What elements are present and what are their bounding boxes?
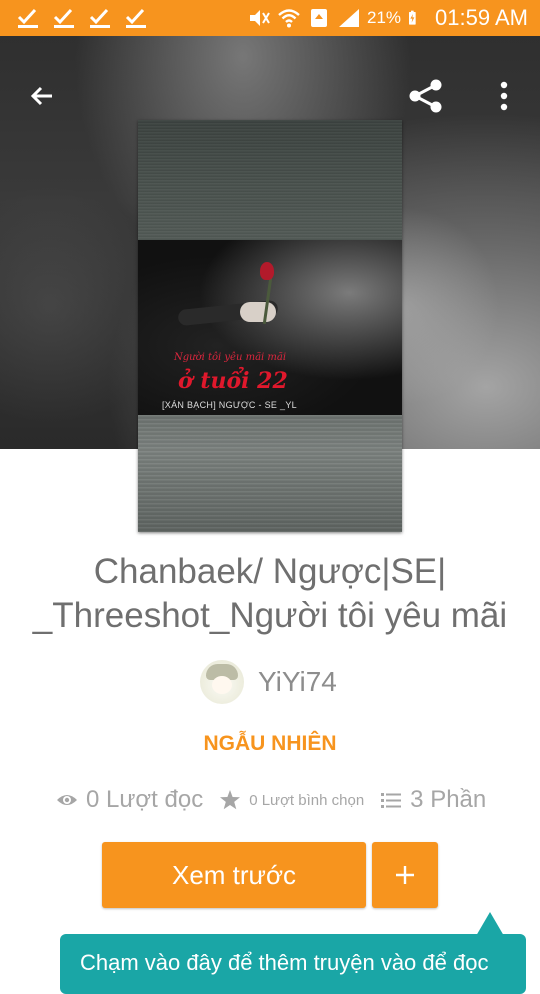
star-icon xyxy=(220,790,241,810)
parts-count: 3 Phần xyxy=(410,786,487,813)
wifi-icon xyxy=(278,9,300,28)
battery-percent: 21% xyxy=(367,8,402,27)
mute-icon xyxy=(250,10,270,26)
back-button[interactable] xyxy=(22,76,62,116)
share-icon xyxy=(409,79,442,113)
reads-count: 0 Lượt đọc xyxy=(86,786,204,813)
preview-button[interactable]: Xem trước xyxy=(102,842,366,908)
reads-stat: 0 Lượt đọc xyxy=(56,786,203,814)
list-icon xyxy=(381,793,402,808)
check-icon xyxy=(17,8,38,28)
data-saver-icon xyxy=(311,9,328,27)
notification-icons xyxy=(16,7,148,29)
cover-small-title: Người tôi yêu mãi mãi xyxy=(174,352,287,363)
check-icon xyxy=(89,8,110,28)
check-icon xyxy=(125,8,146,28)
author-name[interactable]: YiYi74 xyxy=(258,666,337,698)
add-to-library-button[interactable] xyxy=(372,842,438,908)
signal-icon xyxy=(339,9,360,27)
votes-count: 0 Lượt bình chọn xyxy=(249,791,365,809)
battery-charging-icon xyxy=(409,10,416,25)
story-stats: 0 Lượt đọc 0 Lượt bình chọn 3 Phần xyxy=(56,786,502,814)
category-tag[interactable]: NGẪU NHIÊN xyxy=(0,732,540,756)
eye-icon xyxy=(57,795,77,805)
more-vert-icon xyxy=(500,81,508,111)
tooltip-arrow xyxy=(476,912,504,936)
check-icon xyxy=(53,8,74,28)
status-bar: 21% 01:59 AM xyxy=(0,0,540,36)
rose-image xyxy=(260,262,274,280)
more-options-button[interactable] xyxy=(484,76,524,116)
story-title: Chanbaek/ Ngược|SE| _Threeshot_Người tôi… xyxy=(32,552,508,635)
avatar xyxy=(200,660,244,704)
plus-icon xyxy=(396,866,414,884)
votes-stat: 0 Lượt bình chọn xyxy=(219,789,364,811)
share-button[interactable] xyxy=(406,76,446,116)
arrow-left-icon xyxy=(30,86,52,106)
add-tooltip: Chạm vào đây để thêm truyện vào để đọc xyxy=(60,934,526,994)
author-row[interactable]: YiYi74 xyxy=(200,660,337,704)
parts-stat: 3 Phần xyxy=(380,786,486,814)
cover-subtitle: [XÁN BẠCH] NGƯỢC - SE _YL xyxy=(162,400,297,410)
clock: 01:59 AM xyxy=(435,5,528,30)
cover-big-title: ở tuổi 22 xyxy=(178,368,288,394)
story-cover[interactable]: Người tôi yêu mãi mãi ở tuổi 22 [XÁN BẠC… xyxy=(138,120,402,532)
